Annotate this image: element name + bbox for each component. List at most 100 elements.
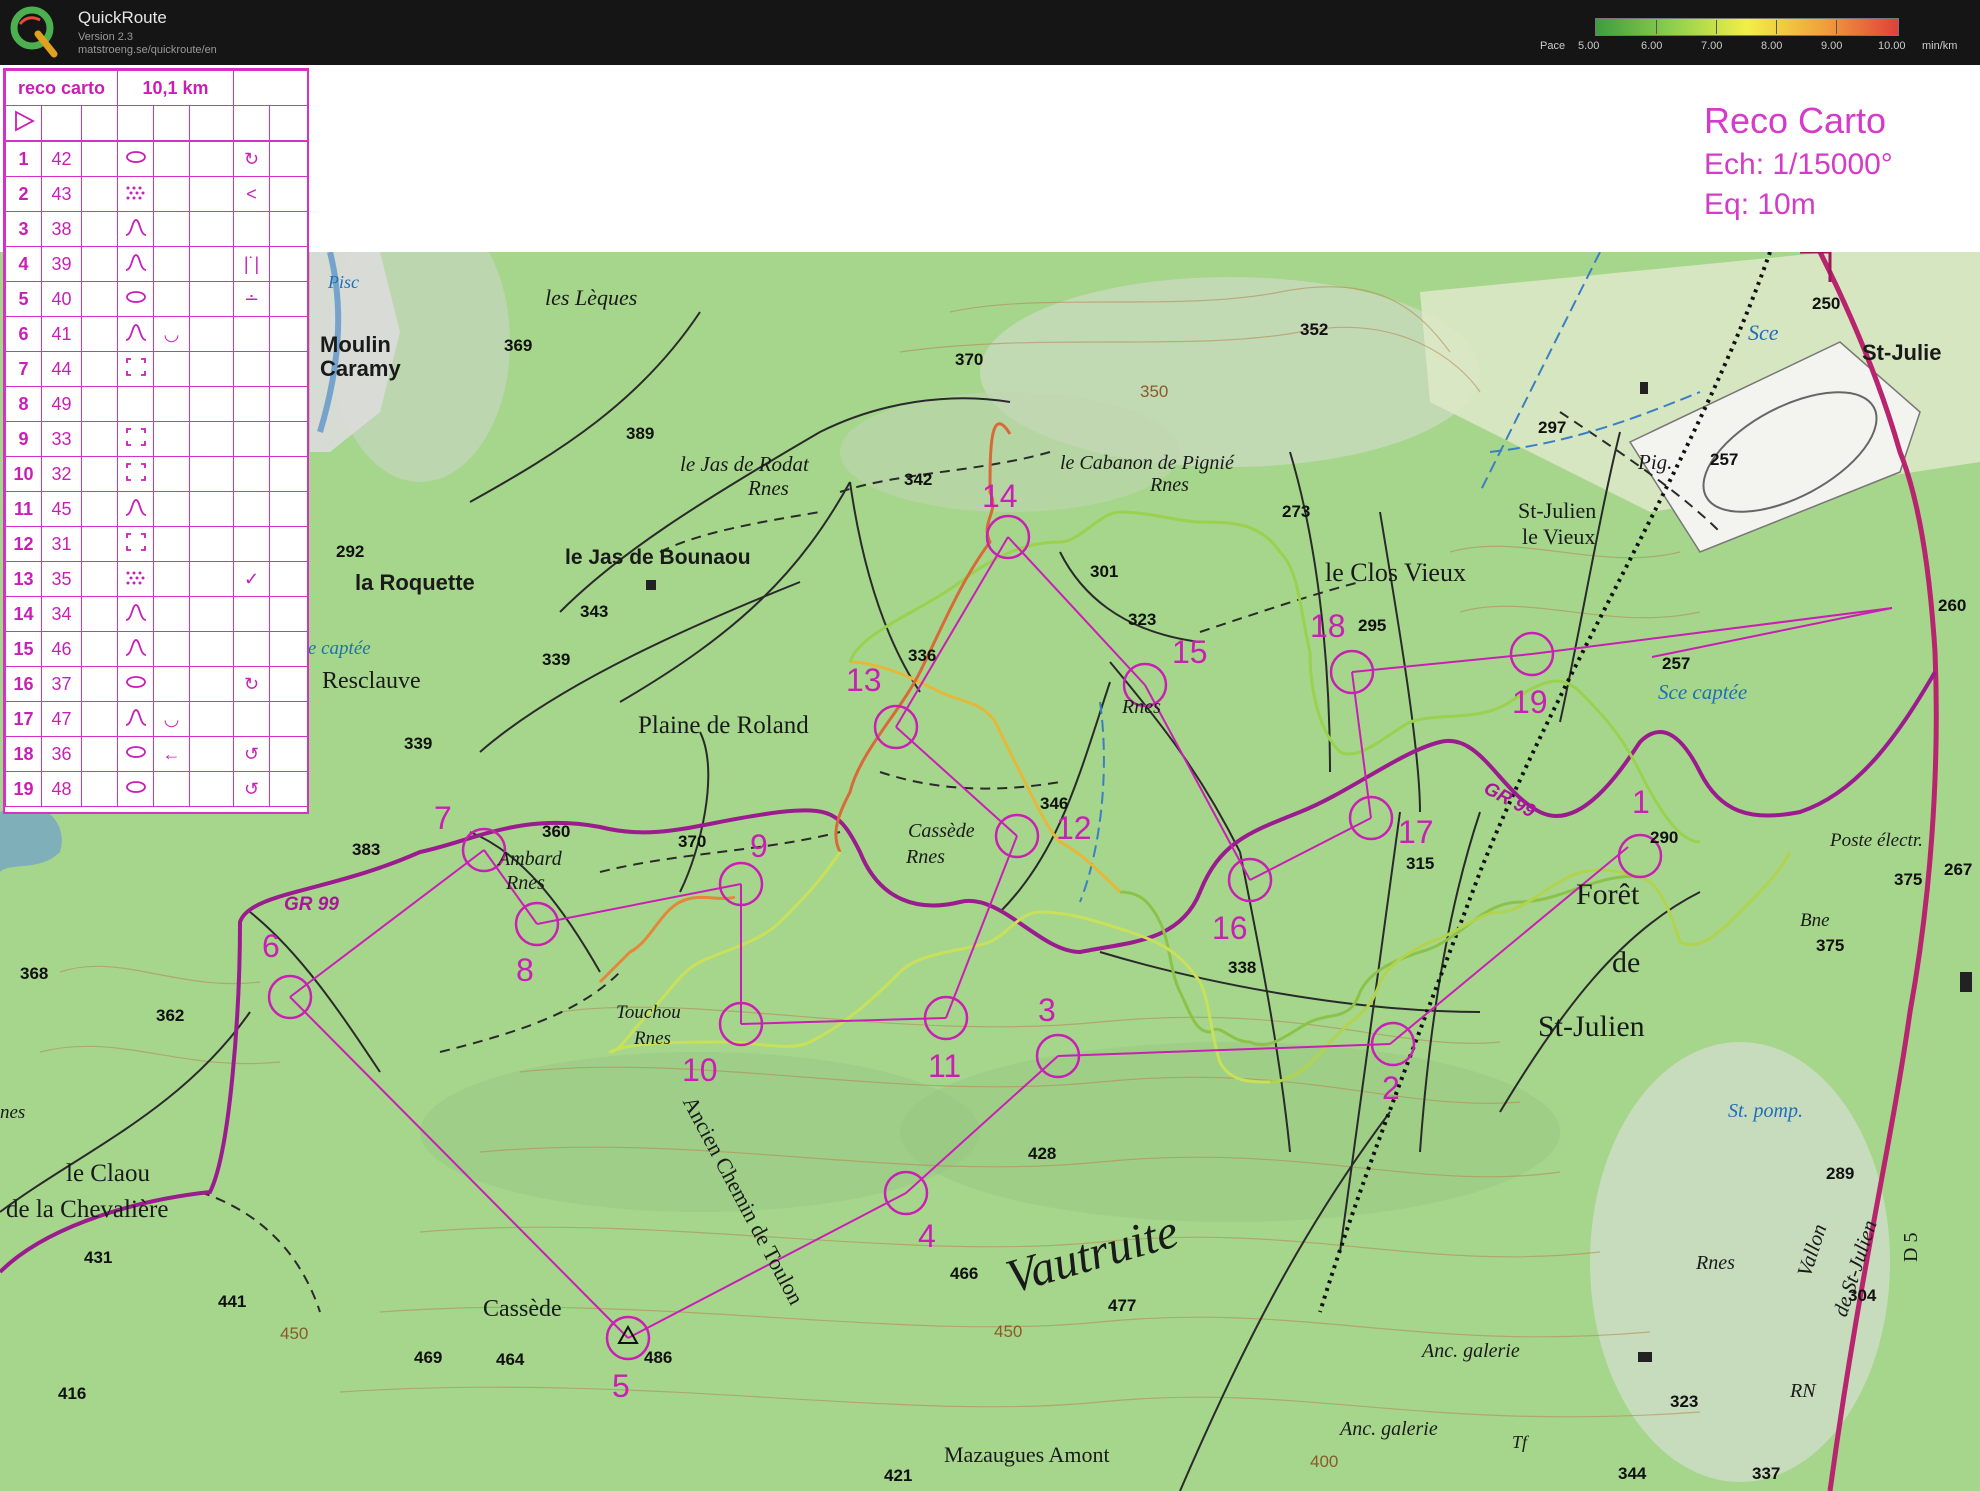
place-name: le Clos Vieux: [1325, 558, 1466, 587]
spot-height: 257: [1662, 654, 1691, 673]
place-name: Tf: [1512, 1432, 1528, 1452]
control-code: 40: [41, 281, 82, 317]
spot-height: 486: [644, 1348, 673, 1367]
control-number[interactable]: 5: [612, 1368, 630, 1405]
place-name: Rnes: [1150, 474, 1189, 496]
control-code: 37: [41, 666, 82, 702]
control-number[interactable]: 2: [1382, 1070, 1400, 1107]
river: [0, 805, 62, 872]
detail-cell: [153, 351, 190, 387]
other-cell: [269, 351, 308, 387]
detail-cell: [153, 491, 190, 527]
control-number[interactable]: 13: [846, 662, 882, 699]
which-feature-cell: [81, 351, 118, 387]
spot-height: 466: [950, 1264, 979, 1283]
control-number[interactable]: 10: [682, 1052, 718, 1089]
place-name: Anc. galerie: [1422, 1340, 1520, 1362]
control-code: 41: [41, 316, 82, 352]
location-cell: [233, 316, 270, 352]
spot-height: 344: [1618, 1464, 1647, 1483]
control-code: 32: [41, 456, 82, 492]
control-number[interactable]: 4: [918, 1218, 936, 1255]
control-number[interactable]: 3: [1038, 992, 1056, 1029]
elongated-knoll-icon: [117, 141, 154, 177]
control-number[interactable]: 7: [434, 800, 452, 837]
control-number[interactable]: 15: [1172, 634, 1208, 671]
ruin-icon: [117, 351, 154, 387]
control-number[interactable]: 16: [1212, 910, 1248, 947]
control-row-number: 3: [5, 211, 42, 247]
control-number[interactable]: 12: [1056, 810, 1092, 847]
spot-height: 375: [1816, 936, 1845, 955]
control-code: 34: [41, 596, 82, 632]
control-description-row: 19 48 ↺: [5, 771, 308, 807]
appearance-cell: [189, 771, 234, 807]
control-code: 43: [41, 176, 82, 212]
which-feature-cell: [81, 596, 118, 632]
spot-height: 342: [904, 470, 933, 489]
place-name: Forêt: [1576, 878, 1640, 911]
control-number[interactable]: 18: [1310, 608, 1346, 645]
pace-value: 6.00: [1641, 40, 1663, 52]
location-cell: ↺: [233, 771, 270, 807]
spot-height: 369: [504, 336, 533, 355]
which-feature-cell: [81, 631, 118, 667]
spur-icon: [117, 246, 154, 282]
detail-cell: [153, 281, 190, 317]
spur-icon: [117, 631, 154, 667]
rocky-ground-icon: [117, 561, 154, 597]
control-code: 44: [41, 351, 82, 387]
app-url[interactable]: matstroeng.se/quickroute/en: [78, 44, 217, 56]
control-number[interactable]: 6: [262, 928, 280, 965]
control-description-row: 14 34: [5, 596, 308, 632]
appearance-cell: [189, 491, 234, 527]
location-cell: [233, 386, 270, 422]
control-number[interactable]: 8: [516, 952, 534, 989]
control-description-row: 7 44: [5, 351, 308, 387]
pace-label: Pace: [1540, 40, 1566, 52]
spot-height: 428: [1028, 1144, 1057, 1163]
control-description-row: 9 33: [5, 421, 308, 457]
which-feature-cell: [81, 526, 118, 562]
place-name: la Roquette: [355, 570, 475, 595]
control-description-row: 5 40 ∸: [5, 281, 308, 317]
control-description-row: 18 36 ← ↺: [5, 736, 308, 772]
control-number[interactable]: 14: [982, 478, 1018, 515]
control-description-row: 6 41 ◡: [5, 316, 308, 352]
spot-height: 343: [580, 602, 609, 621]
appearance-cell: [189, 211, 234, 247]
spot-height: 336: [908, 646, 937, 665]
control-code: 49: [41, 386, 82, 422]
detail-cell: [153, 141, 190, 177]
appearance-cell: [189, 596, 234, 632]
control-number[interactable]: 1: [1632, 784, 1650, 821]
spot-height: 338: [1228, 958, 1257, 977]
elongated-knoll-icon: [117, 666, 154, 702]
spot-height: 352: [1300, 320, 1329, 339]
location-cell: [233, 596, 270, 632]
other-cell: [269, 771, 308, 807]
other-cell: [269, 281, 308, 317]
control-number[interactable]: 9: [750, 828, 768, 865]
appearance-cell: [189, 316, 234, 352]
control-row-number: 14: [5, 596, 42, 632]
control-number[interactable]: 19: [1512, 684, 1548, 721]
other-cell: [269, 561, 308, 597]
pace-legend: Pace 5.00 6.00 7.00 8.00 9.00 10.00 min/…: [1540, 14, 1960, 59]
place-name: Moulin: [320, 332, 391, 357]
spot-height: 362: [156, 1006, 185, 1025]
control-number[interactable]: 17: [1398, 814, 1434, 851]
spot-height: 290: [1650, 828, 1679, 847]
place-name: Anc. galerie: [1340, 1418, 1438, 1440]
ruin-icon: [117, 456, 154, 492]
control-code: 36: [41, 736, 82, 772]
control-row-number: 7: [5, 351, 42, 387]
other-cell: [269, 386, 308, 422]
control-description-row: 17 47 ◡: [5, 701, 308, 737]
control-row-number: 11: [5, 491, 42, 527]
detail-cell: [153, 596, 190, 632]
location-cell: [233, 701, 270, 737]
control-number[interactable]: 11: [928, 1048, 961, 1085]
control-code: 35: [41, 561, 82, 597]
control-code: 39: [41, 246, 82, 282]
